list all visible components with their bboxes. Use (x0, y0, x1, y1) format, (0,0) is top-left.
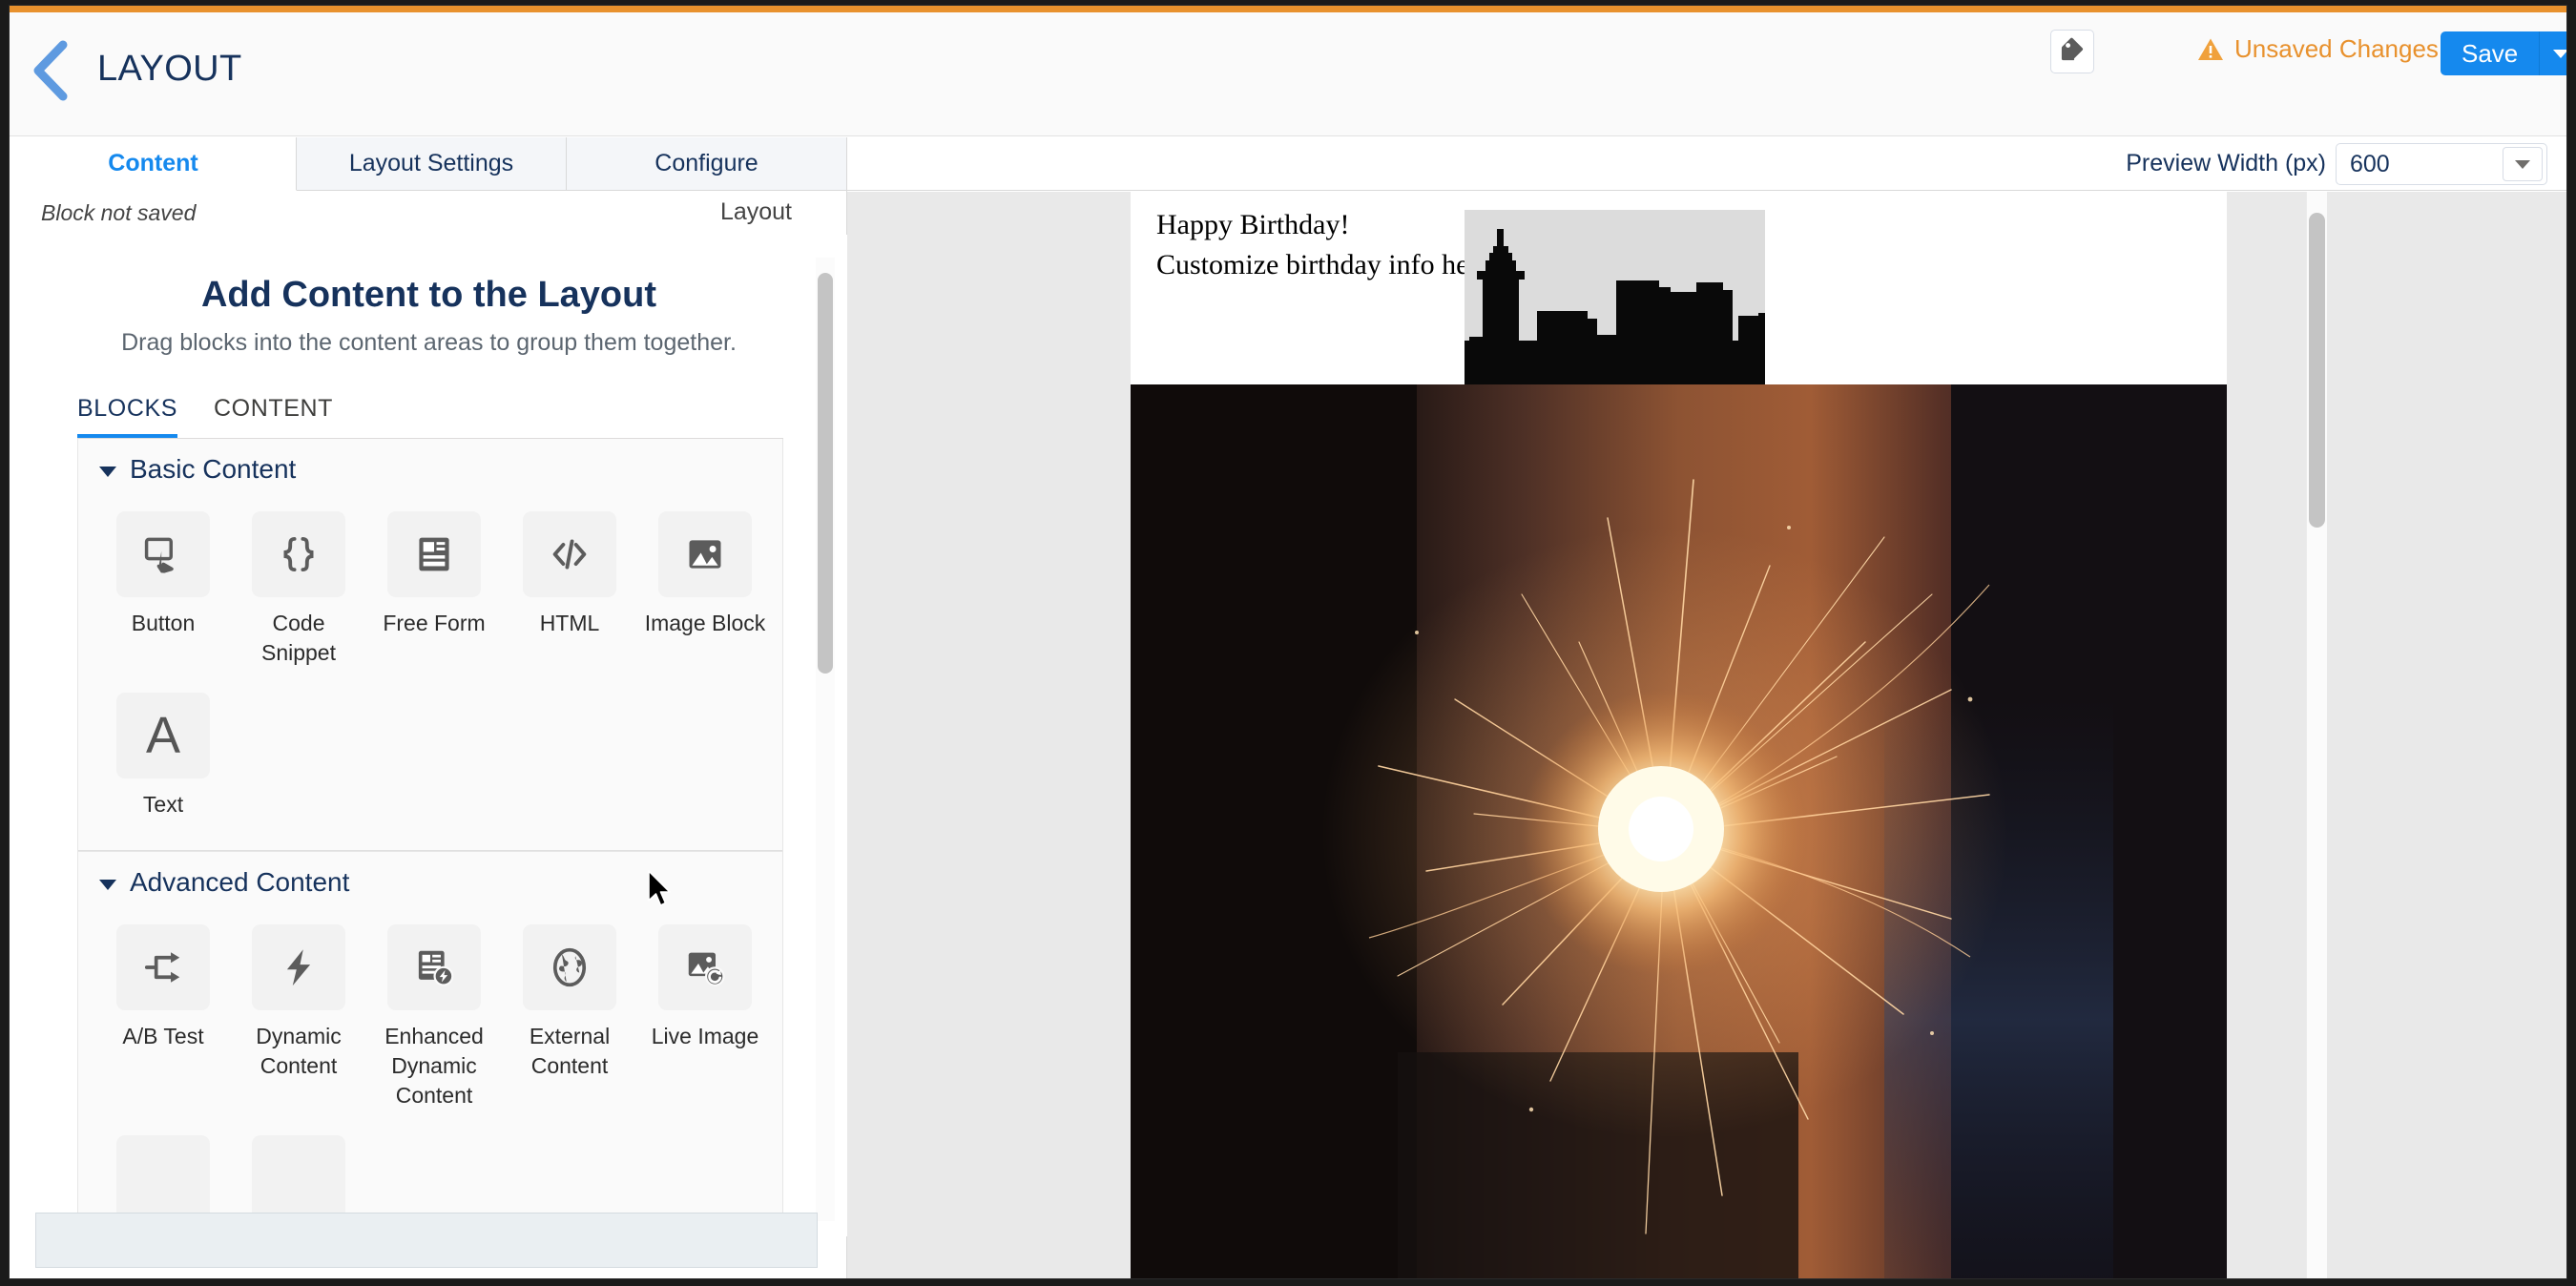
panel-subbar: Block not saved Layout (10, 191, 847, 235)
page-title: LAYOUT (97, 49, 242, 89)
chevron-down-icon (2552, 49, 2566, 58)
partial-block-icon (252, 1135, 345, 1222)
preview-width-label: Preview Width (px) (2126, 150, 2326, 176)
image-icon (658, 511, 752, 597)
block-tile-partial[interactable] (95, 1135, 231, 1222)
blocks-scroll-region[interactable]: Add Content to the Layout Drag blocks in… (10, 235, 847, 1236)
tab-configure[interactable]: Configure (567, 137, 847, 191)
block-tile-label: Text (142, 792, 184, 818)
preview-panel: Preview Width (px) 600 Happy Birthday! C… (847, 137, 2566, 1278)
image-refresh-icon (658, 924, 752, 1011)
save-dropdown-button[interactable] (2539, 31, 2566, 75)
section-title: Basic Content (130, 454, 297, 484)
context-label: Layout (719, 198, 792, 225)
block-tile-label: Live Image (651, 1024, 759, 1049)
section-advanced-content: Advanced Content A/B Test Dynamic Conten… (77, 852, 783, 1236)
preview-width-combobox[interactable]: 600 (2336, 143, 2547, 185)
letter-a-icon: A (116, 693, 210, 779)
section-basic-content-header[interactable]: Basic Content (78, 439, 782, 490)
block-tile-dynamic-content[interactable]: Dynamic Content (231, 924, 366, 1110)
email-preview-canvas: Happy Birthday! Customize birthday info … (1131, 192, 2227, 1278)
content-panel: Content Layout Settings Configure Block … (10, 137, 847, 1278)
block-tile-enhanced-dynamic-content[interactable]: Enhanced Dynamic Content (366, 924, 502, 1110)
app-window: LAYOUT Unsaved Changes Save Content Layo… (9, 5, 2567, 1279)
block-status-label: Block not saved (41, 200, 197, 225)
block-tile-label: Code Snippet (260, 611, 336, 666)
block-tile-html[interactable]: HTML (502, 511, 637, 668)
globe-icon (523, 924, 616, 1011)
left-panel-scrollbar-thumb[interactable] (818, 273, 833, 674)
section-advanced-content-header[interactable]: Advanced Content (78, 852, 782, 903)
block-tile-label: Free Form (383, 611, 486, 635)
partial-block-icon (116, 1135, 210, 1222)
add-content-heading: Add Content to the Layout (200, 275, 657, 315)
block-tile-label: HTML (539, 611, 600, 635)
tag-button[interactable] (2050, 30, 2094, 73)
email-body-text: Customize birthday info here. (1156, 249, 1499, 280)
chevron-down-icon (2515, 159, 2530, 169)
block-tile-label: Dynamic Content (256, 1024, 342, 1079)
curly-braces-icon (252, 511, 345, 597)
letter-a-glyph: A (145, 706, 181, 764)
tag-icon (2059, 36, 2086, 68)
tab-content[interactable]: Content (10, 137, 297, 191)
panel-footer-bar (35, 1213, 818, 1268)
lightning-bolt-icon (252, 924, 345, 1011)
block-tile-ab-test[interactable]: A/B Test (95, 924, 231, 1110)
code-tags-icon (523, 511, 616, 597)
save-button[interactable]: Save (2441, 31, 2540, 75)
preview-toolbar: Preview Width (px) 600 (847, 137, 2566, 191)
subtab-content[interactable]: CONTENT (214, 395, 333, 438)
block-tile-label: Image Block (644, 611, 766, 635)
block-tile-image-block[interactable]: Image Block (637, 511, 773, 668)
app-header: LAYOUT Unsaved Changes Save (10, 12, 2566, 136)
unsaved-changes-label: Unsaved Changes (2234, 34, 2439, 63)
section-divider (78, 850, 782, 852)
save-button-group: Save (2441, 31, 2566, 75)
chevron-down-icon (99, 879, 116, 890)
block-tile-external-content[interactable]: External Content (502, 924, 637, 1110)
email-greeting-text: Happy Birthday! (1156, 209, 1350, 240)
block-tile-partial[interactable] (231, 1135, 366, 1222)
preview-stage: Happy Birthday! Customize birthday info … (847, 192, 2566, 1278)
block-tile-button[interactable]: Button (95, 511, 231, 668)
block-tile-label: A/B Test (122, 1024, 204, 1049)
document-lightning-icon (387, 924, 481, 1011)
tab-layout-settings[interactable]: Layout Settings (297, 137, 567, 191)
block-tile-label: Enhanced Dynamic Content (384, 1024, 484, 1109)
free-form-layout-icon (387, 511, 481, 597)
preview-scrollbar-thumb[interactable] (2309, 213, 2325, 528)
back-chevron-icon[interactable] (29, 39, 76, 102)
basic-content-tiles: Button Code Snippet Free Form HTML Image… (78, 490, 782, 837)
ab-split-arrows-icon (116, 924, 210, 1011)
button-click-icon (116, 511, 210, 597)
blocks-content-subtabs: BLOCKS CONTENT (77, 395, 783, 439)
chevron-down-icon (99, 466, 116, 477)
city-skyline-silhouette-icon (1465, 210, 1765, 389)
block-tile-label: Button (131, 611, 196, 635)
unsaved-changes-indicator: Unsaved Changes (2197, 34, 2439, 64)
block-tile-code-snippet[interactable]: Code Snippet (231, 511, 366, 668)
block-tile-free-form[interactable]: Free Form (366, 511, 502, 668)
block-tile-label: External Content (529, 1024, 611, 1079)
block-tile-text[interactable]: A Text (95, 693, 231, 819)
panel-tabs: Content Layout Settings Configure (10, 137, 847, 191)
preview-width-input[interactable]: 600 (2337, 151, 2503, 178)
section-basic-content: Basic Content Button Code Snippet Free F… (77, 439, 783, 853)
advanced-content-tiles: A/B Test Dynamic Content Enhanced Dynami… (78, 903, 782, 1236)
subtab-blocks[interactable]: BLOCKS (77, 395, 178, 438)
section-title: Advanced Content (130, 867, 350, 898)
add-content-subheading: Drag blocks into the content areas to gr… (121, 329, 737, 356)
preview-width-dropdown-button[interactable] (2503, 147, 2543, 181)
sparkler-photo (1131, 384, 2227, 1278)
warning-triangle-icon (2197, 37, 2224, 62)
top-accent-bar (10, 6, 2566, 12)
block-tile-live-image[interactable]: Live Image (637, 924, 773, 1110)
